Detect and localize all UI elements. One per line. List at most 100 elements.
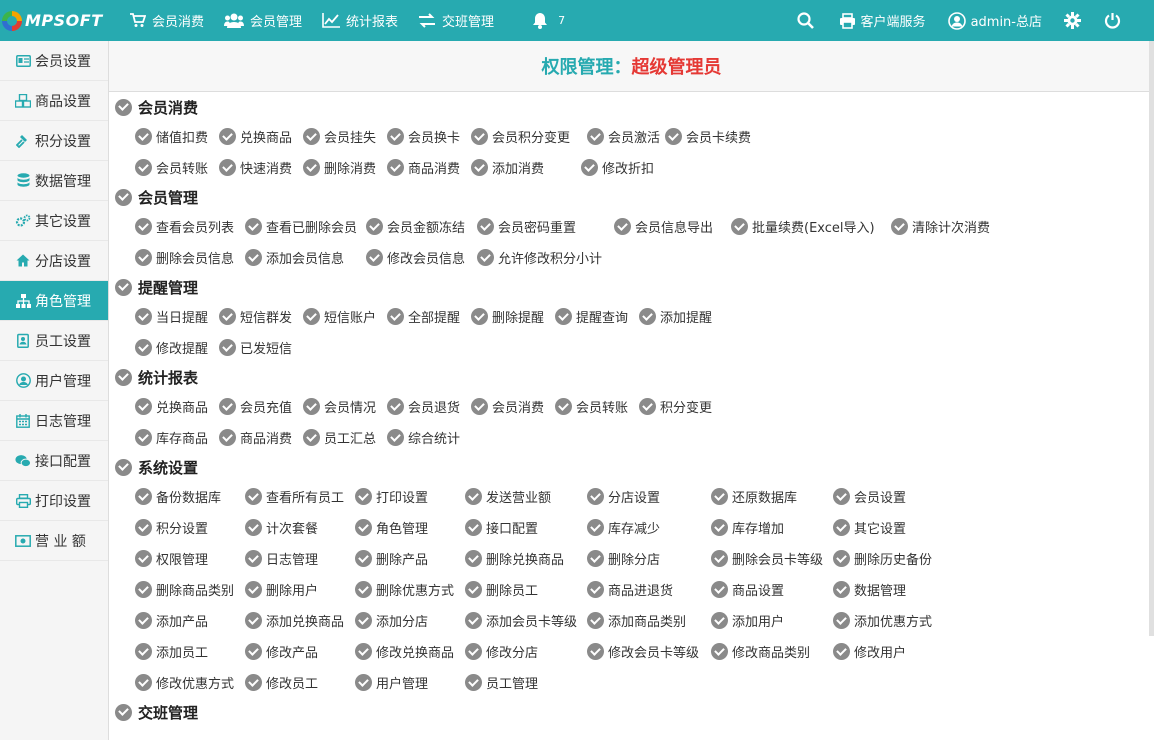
power-button[interactable] — [1104, 12, 1126, 29]
client-service-button[interactable]: 客户端服务 — [839, 11, 926, 30]
check-circle-icon[interactable] — [219, 398, 236, 415]
permission-item[interactable]: 角色管理 — [355, 518, 428, 537]
permission-item[interactable]: 查看会员列表 — [135, 217, 234, 236]
nav-member-consume[interactable]: 会员消费 — [130, 11, 204, 30]
check-circle-icon[interactable] — [245, 612, 262, 629]
check-circle-icon[interactable] — [711, 643, 728, 660]
check-circle-icon[interactable] — [115, 188, 132, 206]
permission-item[interactable]: 删除员工 — [465, 580, 538, 599]
permission-item[interactable]: 会员转账 — [135, 158, 208, 177]
check-circle-icon[interactable] — [387, 398, 404, 415]
permission-group[interactable]: 统计报表 — [115, 363, 1146, 391]
logo[interactable]: MPSOFT — [0, 0, 108, 41]
permission-item[interactable]: 添加兑换商品 — [245, 611, 344, 630]
permission-item[interactable]: 商品消费 — [219, 428, 292, 447]
check-circle-icon[interactable] — [711, 612, 728, 629]
permission-item[interactable]: 添加产品 — [135, 611, 208, 630]
permission-item[interactable]: 会员激活 — [587, 127, 660, 146]
permission-group[interactable]: 会员管理 — [115, 183, 1146, 211]
check-circle-icon[interactable] — [366, 249, 383, 266]
permission-item[interactable]: 删除提醒 — [471, 307, 544, 326]
sidebar-item-4[interactable]: 其它设置 — [0, 201, 108, 241]
check-circle-icon[interactable] — [833, 612, 850, 629]
permission-item[interactable]: 删除分店 — [587, 549, 660, 568]
permission-item[interactable]: 员工汇总 — [303, 428, 376, 447]
check-circle-icon[interactable] — [465, 581, 482, 598]
check-circle-icon[interactable] — [665, 128, 682, 145]
check-circle-icon[interactable] — [555, 308, 572, 325]
check-circle-icon[interactable] — [303, 128, 320, 145]
check-circle-icon[interactable] — [471, 159, 488, 176]
check-circle-icon[interactable] — [245, 488, 262, 505]
sidebar-item-1[interactable]: 商品设置 — [0, 81, 108, 121]
permission-item[interactable]: 清除计次消费 — [891, 217, 990, 236]
check-circle-icon[interactable] — [115, 703, 132, 721]
check-circle-icon[interactable] — [303, 398, 320, 415]
check-circle-icon[interactable] — [731, 218, 748, 235]
check-circle-icon[interactable] — [465, 674, 482, 691]
check-circle-icon[interactable] — [833, 581, 850, 598]
check-circle-icon[interactable] — [387, 308, 404, 325]
permission-item[interactable]: 短信群发 — [219, 307, 292, 326]
permission-group[interactable]: 提醒管理 — [115, 273, 1146, 301]
permission-item[interactable]: 删除优惠方式 — [355, 580, 454, 599]
check-circle-icon[interactable] — [245, 643, 262, 660]
permission-group[interactable]: 会员消费 — [115, 93, 1146, 121]
sidebar-item-8[interactable]: 用户管理 — [0, 361, 108, 401]
sidebar-item-9[interactable]: 日志管理 — [0, 401, 108, 441]
sidebar-item-6[interactable]: 角色管理 — [0, 281, 108, 321]
check-circle-icon[interactable] — [639, 308, 656, 325]
permission-item[interactable]: 删除商品类别 — [135, 580, 234, 599]
permission-item[interactable]: 添加会员卡等级 — [465, 611, 577, 630]
check-circle-icon[interactable] — [135, 159, 152, 176]
notifications[interactable]: 7 — [532, 12, 565, 29]
check-circle-icon[interactable] — [555, 398, 572, 415]
check-circle-icon[interactable] — [465, 550, 482, 567]
check-circle-icon[interactable] — [711, 581, 728, 598]
check-circle-icon[interactable] — [355, 519, 372, 536]
check-circle-icon[interactable] — [115, 98, 132, 116]
nav-shift[interactable]: 交班管理 — [418, 11, 494, 30]
permission-item[interactable]: 添加提醒 — [639, 307, 712, 326]
check-circle-icon[interactable] — [355, 581, 372, 598]
permission-item[interactable]: 提醒查询 — [555, 307, 628, 326]
permission-item[interactable]: 删除用户 — [245, 580, 318, 599]
check-circle-icon[interactable] — [614, 218, 631, 235]
check-circle-icon[interactable] — [711, 488, 728, 505]
check-circle-icon[interactable] — [387, 159, 404, 176]
sidebar-item-3[interactable]: 数据管理 — [0, 161, 108, 201]
check-circle-icon[interactable] — [587, 612, 604, 629]
permission-item[interactable]: 全部提醒 — [387, 307, 460, 326]
check-circle-icon[interactable] — [465, 488, 482, 505]
permission-item[interactable]: 积分设置 — [135, 518, 208, 537]
sidebar-item-10[interactable]: 接口配置 — [0, 441, 108, 481]
permission-item[interactable]: 兑换商品 — [219, 127, 292, 146]
check-circle-icon[interactable] — [471, 308, 488, 325]
check-circle-icon[interactable] — [219, 339, 236, 356]
permission-item[interactable]: 删除兑换商品 — [465, 549, 564, 568]
permission-item[interactable]: 修改产品 — [245, 642, 318, 661]
check-circle-icon[interactable] — [135, 308, 152, 325]
check-circle-icon[interactable] — [477, 249, 494, 266]
permission-item[interactable]: 添加用户 — [711, 611, 784, 630]
check-circle-icon[interactable] — [135, 249, 152, 266]
check-circle-icon[interactable] — [587, 581, 604, 598]
permission-item[interactable]: 删除消费 — [303, 158, 376, 177]
check-circle-icon[interactable] — [581, 159, 598, 176]
permission-item[interactable]: 查看已删除会员 — [245, 217, 357, 236]
permission-item[interactable]: 删除产品 — [355, 549, 428, 568]
check-circle-icon[interactable] — [387, 128, 404, 145]
permission-item[interactable]: 打印设置 — [355, 487, 428, 506]
check-circle-icon[interactable] — [303, 308, 320, 325]
permission-item[interactable]: 快速消费 — [219, 158, 292, 177]
permission-item[interactable]: 修改商品类别 — [711, 642, 810, 661]
permission-item[interactable]: 还原数据库 — [711, 487, 797, 506]
permission-item[interactable]: 会员消费 — [471, 397, 544, 416]
permission-item[interactable]: 短信账户 — [303, 307, 376, 326]
check-circle-icon[interactable] — [366, 218, 383, 235]
search-button[interactable] — [796, 12, 819, 29]
permission-item[interactable]: 分店设置 — [587, 487, 660, 506]
permission-item[interactable]: 储值扣费 — [135, 127, 208, 146]
check-circle-icon[interactable] — [135, 612, 152, 629]
check-circle-icon[interactable] — [355, 612, 372, 629]
